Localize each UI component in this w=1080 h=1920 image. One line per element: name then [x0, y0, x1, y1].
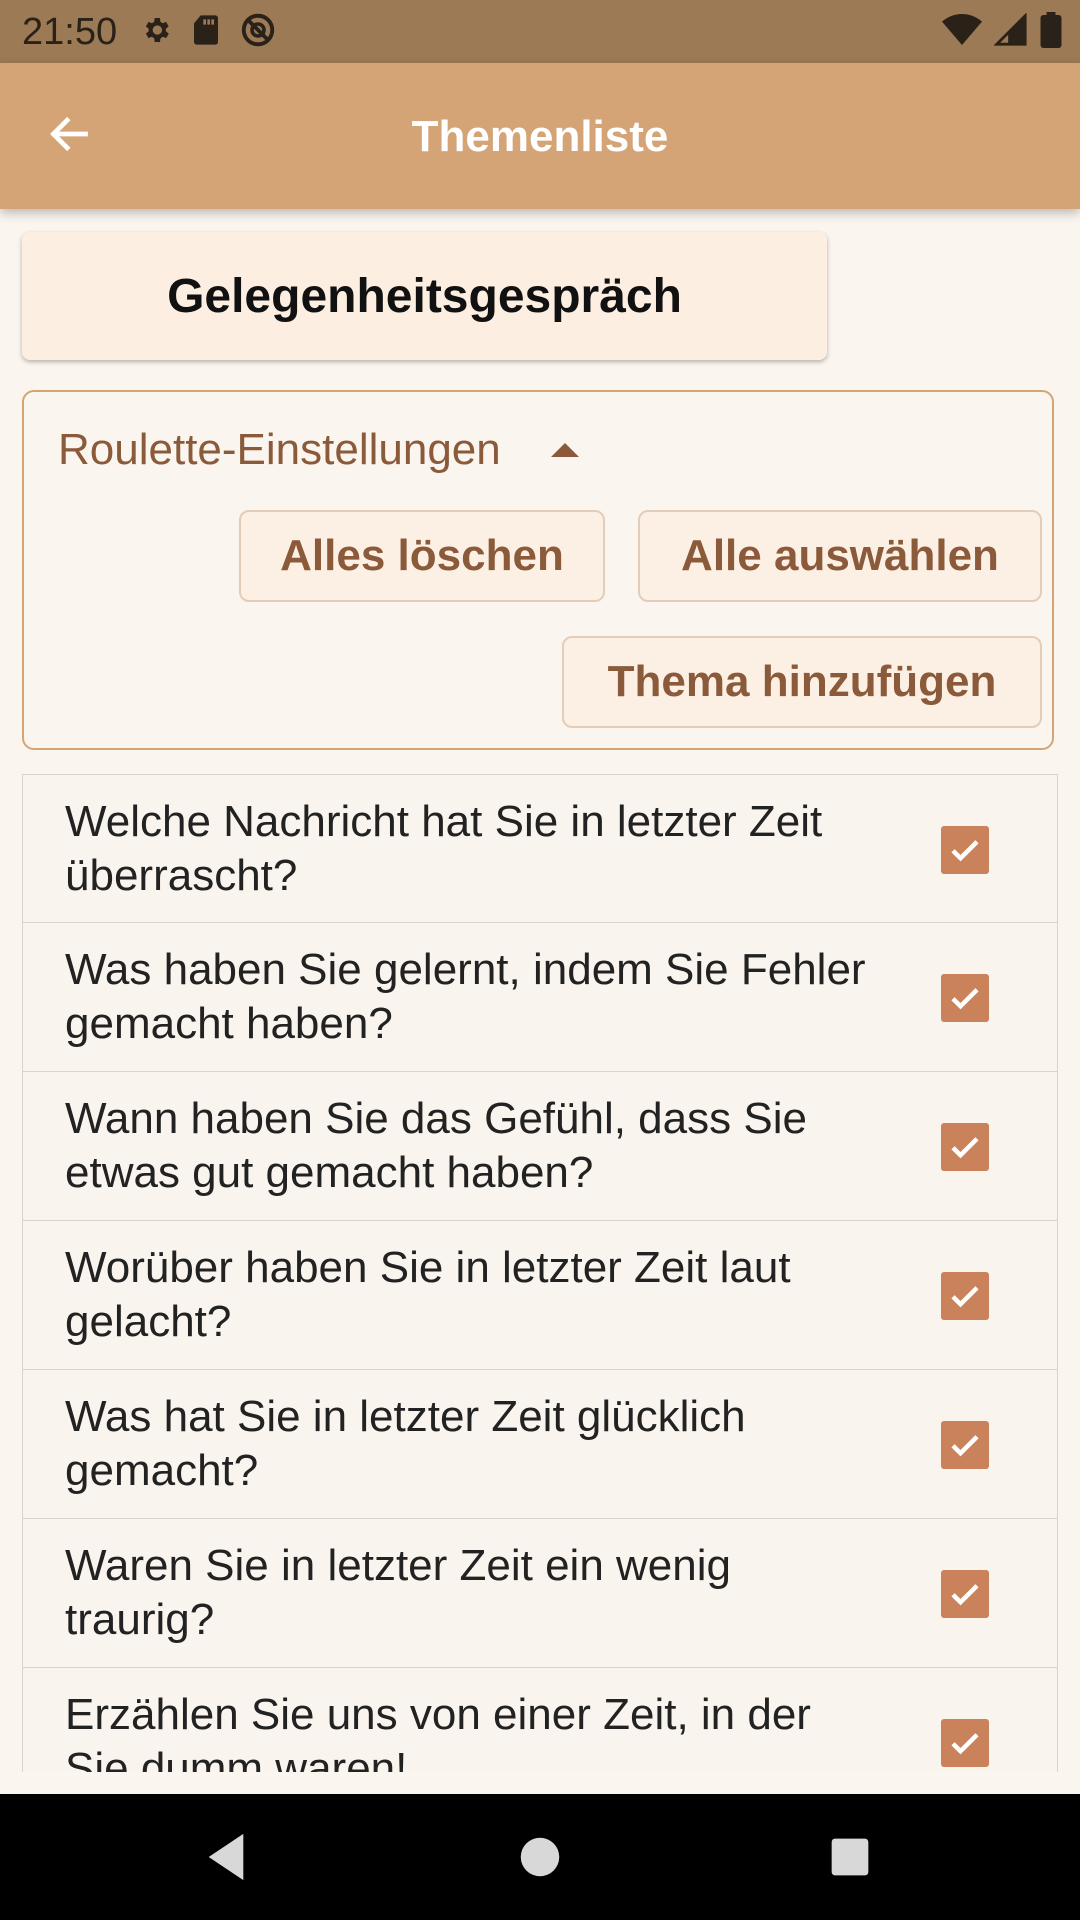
- topic-checkbox[interactable]: [941, 1570, 989, 1618]
- topic-text: Erzählen Sie uns von einer Zeit, in der …: [65, 1690, 811, 1772]
- check-icon: [951, 1584, 979, 1606]
- check-icon: [951, 1137, 979, 1159]
- list-item[interactable]: Welche Nachricht hat Sie in letzter Zeit…: [22, 774, 1058, 923]
- caret-up-icon: [550, 443, 579, 457]
- battery-icon: [1040, 12, 1062, 48]
- topic-checkbox[interactable]: [941, 1272, 989, 1320]
- signal-icon: [994, 13, 1028, 47]
- roulette-settings-panel: Roulette-Einstellungen Alles löschen All…: [22, 390, 1054, 750]
- topic-list[interactable]: Welche Nachricht hat Sie in letzter Zeit…: [22, 774, 1058, 1772]
- check-icon: [951, 1435, 979, 1457]
- gear-icon: [140, 14, 172, 46]
- topic-text: Waren Sie in letzter Zeit ein wenig trau…: [65, 1541, 731, 1644]
- wifi-icon: [942, 13, 982, 47]
- no-disturb-icon: [240, 12, 276, 48]
- list-item[interactable]: Waren Sie in letzter Zeit ein wenig trau…: [22, 1519, 1058, 1668]
- clear-all-button[interactable]: Alles löschen: [239, 510, 605, 602]
- topic-checkbox[interactable]: [941, 1719, 989, 1767]
- topic-checkbox[interactable]: [941, 826, 989, 874]
- page-title: Themenliste: [411, 112, 669, 161]
- list-item[interactable]: Worüber haben Sie in letzter Zeit laut g…: [22, 1221, 1058, 1370]
- topic-text: Wann haben Sie das Gefühl, dass Sie etwa…: [65, 1094, 807, 1197]
- nav-home-button[interactable]: [500, 1822, 580, 1892]
- check-icon: [951, 1286, 979, 1308]
- list-item[interactable]: Was hat Sie in letzter Zeit glücklich ge…: [22, 1370, 1058, 1519]
- list-item[interactable]: Wann haben Sie das Gefühl, dass Sie etwa…: [22, 1072, 1058, 1221]
- topic-text: Worüber haben Sie in letzter Zeit laut g…: [65, 1243, 791, 1346]
- nav-recents-icon: [831, 1838, 869, 1876]
- topic-title-card[interactable]: Gelegenheitsgespräch: [22, 232, 827, 360]
- topic-checkbox[interactable]: [941, 1123, 989, 1171]
- navigation-bar: [0, 1794, 1080, 1920]
- check-icon: [951, 1733, 979, 1755]
- app-bar: Themenliste: [0, 63, 1080, 209]
- topic-text: Welche Nachricht hat Sie in letzter Zeit…: [65, 797, 823, 900]
- add-topic-button[interactable]: Thema hinzufügen: [562, 636, 1042, 728]
- topic-text: Was haben Sie gelernt, indem Sie Fehler …: [65, 945, 866, 1048]
- status-time: 21:50: [22, 11, 118, 53]
- check-icon: [951, 840, 979, 862]
- select-all-button[interactable]: Alle auswählen: [638, 510, 1042, 602]
- list-item[interactable]: Erzählen Sie uns von einer Zeit, in der …: [22, 1668, 1058, 1772]
- topic-checkbox[interactable]: [941, 1421, 989, 1469]
- list-item[interactable]: Was haben Sie gelernt, indem Sie Fehler …: [22, 923, 1058, 1072]
- roulette-settings-toggle[interactable]: Roulette-Einstellungen: [58, 422, 579, 478]
- topic-text: Was hat Sie in letzter Zeit glücklich ge…: [65, 1392, 746, 1495]
- nav-home-icon: [520, 1837, 560, 1877]
- nav-back-icon: [208, 1833, 244, 1881]
- status-bar: 21:50: [0, 0, 1080, 63]
- check-icon: [951, 988, 979, 1010]
- nav-back-button[interactable]: [186, 1822, 266, 1892]
- topic-checkbox[interactable]: [941, 974, 989, 1022]
- status-icons-left: [140, 12, 276, 48]
- sd-card-icon: [192, 14, 220, 46]
- status-icons-right: [942, 12, 1062, 48]
- roulette-settings-title: Roulette-Einstellungen: [58, 425, 501, 474]
- screen: 21:50 Themenliste Gelegenheitsgespräch R…: [0, 0, 1080, 1920]
- nav-recents-button[interactable]: [810, 1822, 890, 1892]
